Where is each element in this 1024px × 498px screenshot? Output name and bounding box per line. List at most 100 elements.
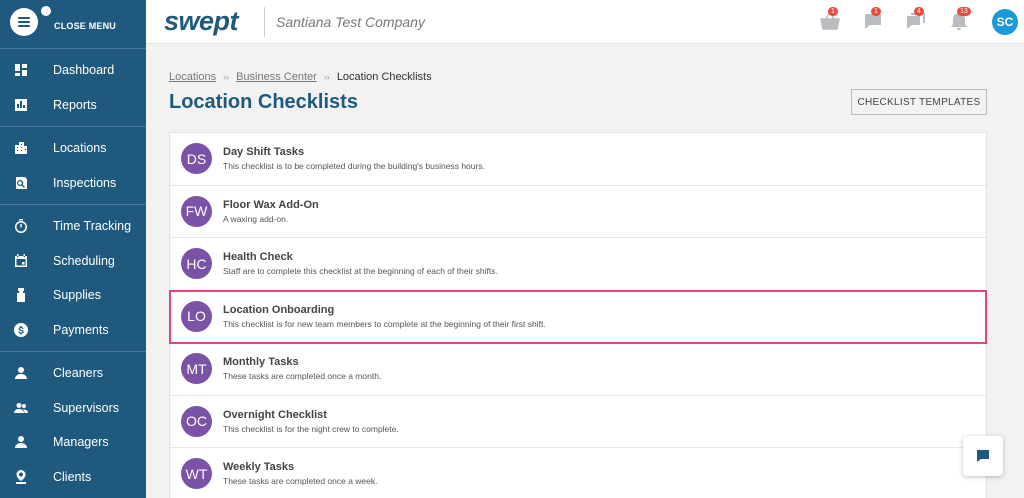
checklist-row[interactable]: OC Overnight Checklist This checklist is f… (170, 396, 986, 448)
sidebar: CLOSE MENU Dashboard Reports Locations Insp… (0, 0, 146, 498)
checklist-text: Floor Wax Add-On A waxing add-on. (223, 199, 319, 224)
checklist-avatar: OC (181, 405, 212, 437)
sidebar-item-dashboard[interactable]: Dashboard (0, 53, 146, 88)
checklist-row[interactable]: WT Weekly Tasks These tasks are completed … (170, 448, 986, 498)
cleaner-icon (14, 366, 28, 380)
breadcrumb-separator-icon: ›› (323, 72, 330, 82)
sidebar-item-label: Locations (53, 141, 107, 156)
checklist-avatar: FW (181, 195, 212, 227)
sidebar-item-payments[interactable]: Payments (0, 313, 146, 348)
checklist-title[interactable]: Location Onboarding (223, 304, 546, 316)
checklist-title[interactable]: Floor Wax Add-On (223, 199, 319, 211)
sidebar-item-managers[interactable]: Managers (0, 425, 146, 460)
menu-dot-icon (41, 6, 51, 16)
sidebar-item-supervisors[interactable]: Supervisors (0, 391, 146, 426)
sidebar-item-label: Reports (53, 97, 97, 112)
checklist-description: A waxing add-on. (223, 213, 289, 224)
checklist-row[interactable]: FW Floor Wax Add-On A waxing add-on. (170, 186, 986, 238)
user-avatar[interactable]: SC (992, 9, 1018, 35)
sidebar-item-label: Managers (53, 435, 109, 450)
checklist-row[interactable]: HC Health Check Staff are to complete this… (170, 238, 986, 291)
checklist-description: Staff are to complete this checklist at … (223, 266, 498, 277)
main-content: Locations ›› Business Center ›› Location… (169, 44, 987, 498)
sidebar-divider (0, 204, 146, 205)
menu-toggle-button[interactable] (10, 8, 38, 36)
notification-badge: 13 (957, 7, 971, 16)
checklist-avatar: WT (181, 458, 212, 490)
checklist-title[interactable]: Weekly Tasks (223, 461, 378, 473)
building-icon (14, 141, 28, 155)
sidebar-item-label: Scheduling (53, 253, 115, 268)
checklist-text: Health Check Staff are to complete this c… (223, 251, 498, 276)
support-chat-button[interactable] (963, 436, 1003, 476)
checklist-text: Monthly Tasks These tasks are completed o… (223, 356, 381, 381)
checklist-title[interactable]: Day Shift Tasks (223, 146, 485, 158)
sidebar-item-time-tracking[interactable]: Time Tracking (0, 209, 146, 244)
breadcrumb-current: Location Checklists (336, 71, 432, 83)
notification-badge: 1 (871, 7, 881, 16)
basket-icon[interactable]: 1 (820, 7, 840, 32)
breadcrumb-business-center[interactable]: Business Center (236, 71, 317, 83)
checklist-avatar: HC (181, 248, 212, 280)
inspection-icon (14, 176, 28, 190)
checklist-title[interactable]: Monthly Tasks (223, 356, 381, 368)
sidebar-item-reports[interactable]: Reports (0, 88, 146, 123)
checklist-avatar: DS (181, 143, 212, 175)
top-header: swept Santiana Test Company 1 1 4 13 SC (146, 0, 1024, 44)
close-menu-label[interactable]: CLOSE MENU (54, 21, 116, 31)
title-row: Location Checklists CHECKLIST TEMPLATES (169, 89, 987, 115)
header-divider (264, 6, 266, 37)
checklist-row[interactable]: MT Monthly Tasks These tasks are completed… (170, 343, 986, 396)
breadcrumb: Locations ›› Business Center ›› Location… (169, 71, 987, 83)
checklist-description: This checklist is to be completed during… (223, 161, 485, 172)
sidebar-item-label: Clients (53, 469, 92, 484)
checklist-text: Day Shift Tasks This checklist is to be c… (223, 146, 485, 171)
page-title: Location Checklists (169, 90, 358, 113)
checklist-row[interactable]: DS Day Shift Tasks This checklist is to be… (170, 133, 986, 186)
manager-icon (14, 435, 28, 449)
checklist-avatar: LO (181, 300, 212, 332)
sidebar-item-label: Supervisors (53, 400, 119, 415)
header-actions: 1 1 4 13 SC (820, 0, 1018, 44)
checklist-title[interactable]: Overnight Checklist (223, 409, 399, 421)
sidebar-nav: Dashboard Reports Locations Inspections Time… (0, 48, 146, 494)
calendar-icon (14, 253, 28, 268)
checklist-templates-button[interactable]: CHECKLIST TEMPLATES (851, 89, 987, 115)
sidebar-item-inspections[interactable]: Inspections (0, 166, 146, 201)
swept-logo[interactable]: swept (164, 6, 239, 37)
supervisors-icon (14, 401, 28, 415)
messages-icon[interactable]: 4 (906, 7, 926, 32)
notification-badge: 4 (914, 7, 924, 16)
chat-bubble-icon (977, 450, 989, 462)
checklist-text: Weekly Tasks These tasks are completed on… (223, 461, 378, 486)
checklist-description: These tasks are completed once a month. (223, 371, 382, 382)
checklist-row[interactable]: LO Location Onboarding This checklist is f… (169, 289, 987, 344)
checklist-avatar: MT (181, 353, 212, 385)
chat-icon[interactable]: 1 (863, 7, 883, 32)
sidebar-item-label: Supplies (53, 288, 101, 303)
sidebar-item-label: Inspections (53, 175, 117, 190)
sidebar-item-cleaners[interactable]: Cleaners (0, 356, 146, 391)
bell-icon[interactable]: 13 (949, 7, 971, 32)
sidebar-item-supplies[interactable]: Supplies (0, 278, 146, 313)
checklist-description: This checklist is for the night crew to … (223, 423, 399, 434)
sidebar-item-locations[interactable]: Locations (0, 131, 146, 166)
stopwatch-icon (14, 219, 28, 234)
notification-badge: 1 (828, 7, 838, 16)
breadcrumb-locations[interactable]: Locations (169, 71, 216, 83)
company-name: Santiana Test Company (276, 13, 425, 30)
sidebar-item-clients[interactable]: Clients (0, 460, 146, 495)
dashboard-icon (14, 63, 28, 77)
checklist-text: Overnight Checklist This checklist is for… (223, 409, 399, 434)
checklist-description: These tasks are completed once a week. (223, 476, 378, 487)
client-icon (14, 469, 28, 484)
dollar-icon (14, 322, 28, 337)
checklist-title[interactable]: Health Check (223, 251, 498, 263)
sidebar-item-label: Payments (53, 322, 109, 337)
sidebar-item-label: Time Tracking (53, 219, 132, 234)
spray-bottle-icon (14, 288, 28, 303)
sidebar-item-label: Dashboard (53, 63, 115, 78)
sidebar-item-scheduling[interactable]: Scheduling (0, 244, 146, 279)
reports-icon (14, 98, 28, 112)
checklist-text: Location Onboarding This checklist is for… (223, 304, 546, 329)
